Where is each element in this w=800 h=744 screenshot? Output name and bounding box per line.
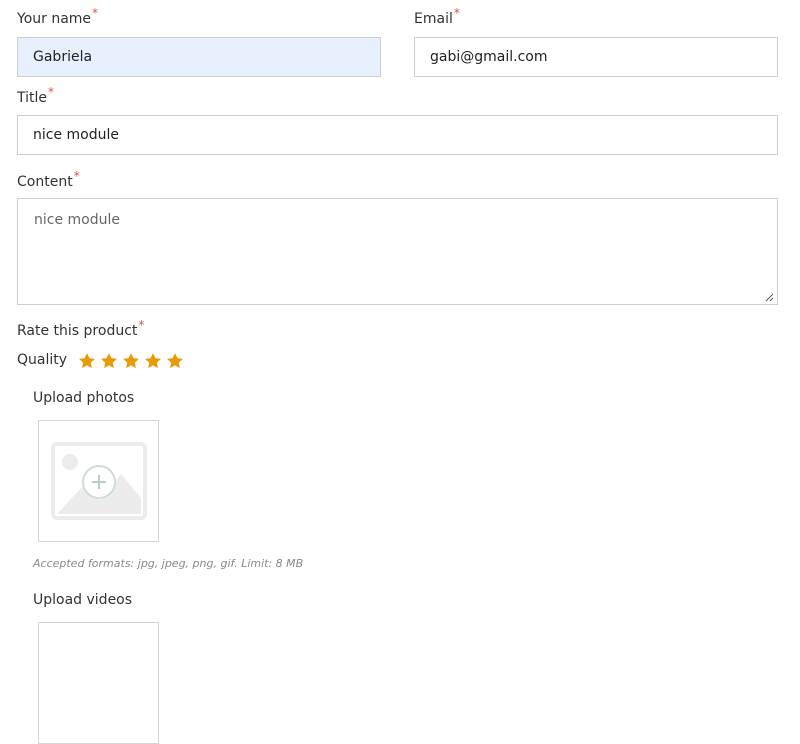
required-mark: * bbox=[73, 169, 80, 183]
name-input[interactable] bbox=[17, 37, 381, 77]
criterion-quality-label: Quality bbox=[17, 352, 68, 368]
email-label: Email* bbox=[414, 6, 460, 27]
resize-handle-icon[interactable] bbox=[764, 292, 774, 302]
required-mark: * bbox=[138, 318, 145, 332]
quality-star-rating[interactable] bbox=[77, 351, 185, 371]
upload-videos-label: Upload videos bbox=[33, 592, 133, 608]
name-label: Your name* bbox=[17, 6, 99, 27]
required-mark: * bbox=[48, 85, 55, 99]
content-label: Content* bbox=[17, 169, 80, 190]
content-textarea[interactable]: nice module bbox=[17, 198, 778, 305]
upload-photo-button[interactable] bbox=[38, 420, 159, 542]
email-input[interactable] bbox=[414, 37, 778, 77]
title-label: Title* bbox=[17, 85, 55, 106]
upload-photos-note: Accepted formats: jpg, jpeg, png, gif. L… bbox=[33, 557, 304, 570]
star-icon[interactable] bbox=[143, 351, 163, 371]
star-icon[interactable] bbox=[99, 351, 119, 371]
add-photo-icon bbox=[50, 442, 147, 520]
title-input[interactable] bbox=[17, 115, 778, 155]
upload-video-button[interactable] bbox=[38, 622, 159, 744]
required-mark: * bbox=[92, 6, 99, 20]
star-icon[interactable] bbox=[77, 351, 97, 371]
star-icon[interactable] bbox=[121, 351, 141, 371]
required-mark: * bbox=[453, 6, 460, 20]
rating-label: Rate this product* bbox=[17, 318, 145, 339]
upload-photos-label: Upload photos bbox=[33, 390, 135, 406]
star-icon[interactable] bbox=[165, 351, 185, 371]
